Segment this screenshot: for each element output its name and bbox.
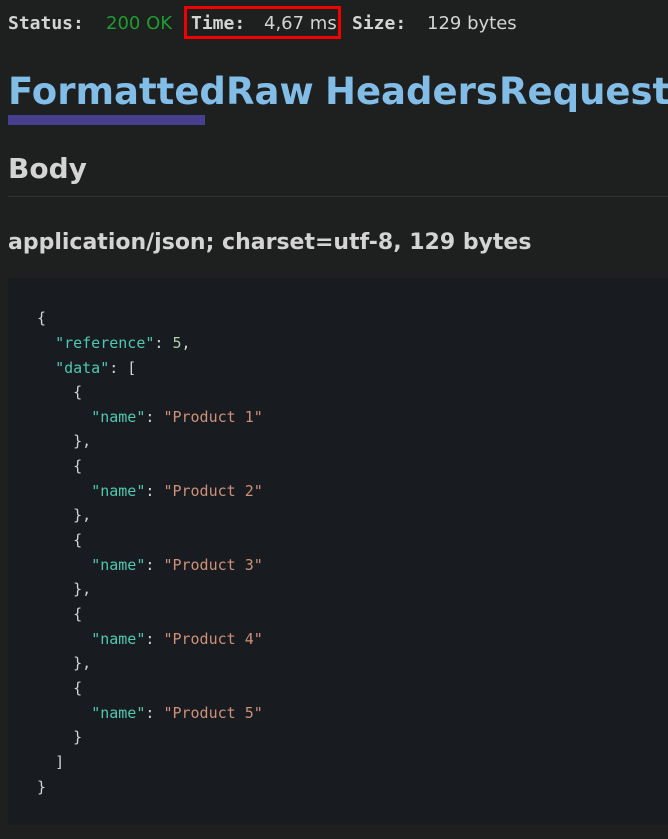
code-line: }, — [73, 654, 92, 672]
code-line: } — [37, 778, 47, 796]
status-label: Status: — [8, 13, 84, 34]
code-line: } — [73, 728, 83, 746]
code-line: "name": "Product 5" — [91, 704, 263, 722]
json-string: "Product 4" — [163, 630, 263, 648]
json-key: "reference" — [55, 334, 155, 352]
code-line: "name": "Product 3" — [91, 556, 263, 574]
code-line: { — [73, 531, 83, 549]
tab-request[interactable]: Request — [499, 70, 668, 114]
size-label: Size: — [352, 13, 407, 34]
content-type-info: application/json; charset=utf-8, 129 byt… — [8, 230, 532, 255]
response-status-bar: Status: 200 OK Time: 4,67 ms Size: 129 b… — [0, 0, 668, 48]
code-line: { — [73, 383, 83, 401]
code-line: "reference": 5, — [55, 334, 191, 352]
time-label: Time: — [191, 13, 246, 34]
status-value: 200 OK — [106, 13, 173, 34]
json-key: "name" — [91, 704, 146, 722]
code-line: }, — [73, 506, 92, 524]
active-tab-underline — [8, 115, 205, 125]
tab-raw[interactable]: Raw — [226, 70, 314, 114]
size-value: 129 bytes — [427, 13, 517, 34]
code-line: }, — [73, 432, 92, 450]
code-line: ] — [55, 753, 65, 771]
json-key: "name" — [91, 408, 146, 426]
json-key: "name" — [91, 482, 146, 500]
json-key: "name" — [91, 630, 146, 648]
json-number: 5 — [172, 334, 182, 352]
code-line: { — [73, 605, 83, 623]
json-key: "name" — [91, 556, 146, 574]
json-string: "Product 2" — [163, 482, 263, 500]
code-line: { — [73, 679, 83, 697]
time-value: 4,67 ms — [264, 13, 337, 34]
code-line: { — [73, 457, 83, 475]
code-line: "name": "Product 4" — [91, 630, 263, 648]
code-line: "data": [ — [55, 359, 137, 377]
json-string: "Product 3" — [163, 556, 263, 574]
tab-formatted[interactable]: Formatted — [8, 70, 226, 114]
json-key: "data" — [55, 359, 110, 377]
json-string: "Product 5" — [163, 704, 263, 722]
body-heading: Body — [8, 152, 87, 185]
tab-headers[interactable]: Headers — [325, 70, 498, 114]
code-line: "name": "Product 1" — [91, 408, 263, 426]
code-line: }, — [73, 580, 92, 598]
code-line: { — [37, 309, 47, 327]
code-line: "name": "Product 2" — [91, 482, 263, 500]
section-divider — [8, 196, 668, 197]
json-body-viewer[interactable]: { "reference": 5, "data": [ { "name": "P… — [8, 278, 668, 825]
json-string: "Product 1" — [163, 408, 263, 426]
